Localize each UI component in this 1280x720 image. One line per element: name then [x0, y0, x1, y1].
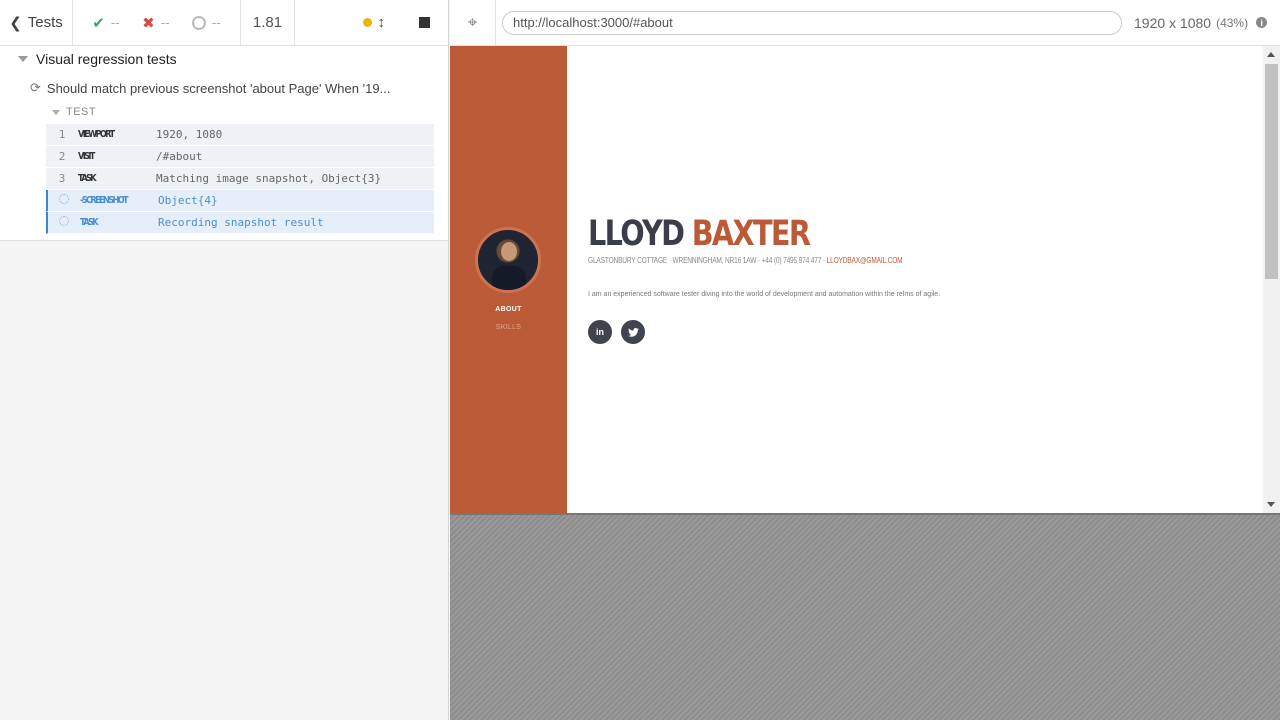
hook-label: TEST: [66, 106, 97, 118]
running-status-dot-icon: [362, 18, 372, 27]
test-stats: ✔ -- ✖ -- --: [73, 0, 241, 46]
last-name: BAXTER: [691, 214, 811, 254]
command-row[interactable]: 3 TASK Matching image snapshot, Object{3…: [46, 168, 434, 190]
tests-label: Tests: [27, 14, 63, 31]
passed-stat: ✔ --: [92, 14, 119, 32]
pending-stat: --: [192, 15, 221, 30]
about-section: LLOYD BAXTER GLASTONBURY COTTAGE · WRENN…: [588, 214, 972, 344]
command-message: 1920, 1080: [156, 128, 223, 141]
test-title-row[interactable]: ⟳ Should match previous screenshot 'abou…: [30, 80, 440, 96]
command-spinner: [48, 194, 80, 207]
viewport-empty-area: [450, 513, 1280, 720]
command-spinner: [48, 216, 80, 229]
app-preview-panel: ⌖ http://localhost:3000/#about 1920 x 10…: [450, 0, 1280, 720]
avatar-body-shape: [492, 266, 526, 290]
first-name: LLOYD: [588, 214, 685, 254]
vertical-scrollbar[interactable]: [1263, 46, 1280, 513]
pending-circle-icon: [192, 15, 207, 30]
duration: 1.81: [241, 0, 295, 46]
viewport-scale: (43%): [1216, 15, 1249, 30]
caret-down-icon: [18, 56, 28, 62]
scroll-down-arrow-icon[interactable]: [1267, 502, 1275, 507]
contact-line: GLASTONBURY COTTAGE · WRENNINGHAM, NR16 …: [588, 256, 903, 265]
profile-name: LLOYD BAXTER: [588, 214, 902, 254]
loading-spinner-icon: [59, 194, 69, 204]
site-sidebar: ABOUT SKILLS: [450, 46, 567, 513]
command-row-pending[interactable]: -SCREENSHOT Object{4}: [46, 190, 434, 212]
failed-stat: ✖ --: [142, 14, 169, 32]
command-name: VIEWPORT: [78, 129, 115, 140]
command-row-pending[interactable]: TASK Recording snapshot result: [46, 212, 434, 234]
caret-down-icon: [52, 109, 60, 115]
stop-button[interactable]: [419, 17, 430, 28]
command-message: Object{4}: [158, 194, 218, 207]
info-icon: i: [1256, 17, 1268, 28]
viewport-info[interactable]: 1920 x 1080 (43%) i: [1134, 14, 1268, 31]
auto-scroll-toggle[interactable]: ↕: [362, 14, 386, 31]
nav-link-skills[interactable]: SKILLS: [450, 324, 567, 331]
linkedin-icon[interactable]: in: [588, 320, 612, 344]
selector-playground-button[interactable]: ⌖: [450, 0, 496, 46]
url-field[interactable]: http://localhost:3000/#about: [502, 10, 1122, 35]
preview-url-bar: ⌖ http://localhost:3000/#about 1920 x 10…: [450, 0, 1280, 46]
social-links: in: [588, 320, 972, 344]
passed-count: --: [110, 15, 120, 30]
suite-title: Visual regression tests: [36, 51, 177, 67]
scrollbar-thumb[interactable]: [1265, 64, 1278, 279]
command-list: 1 VIEWPORT 1920, 1080 2 VISIT /#about 3 …: [46, 124, 434, 234]
command-name: -SCREENSHOT: [80, 195, 129, 206]
failed-count: --: [160, 15, 170, 30]
runner-controls: ↕: [295, 0, 448, 46]
email-link[interactable]: LLOYDBAX@GMAIL.COM: [827, 256, 903, 265]
twitter-bird-icon: [627, 327, 639, 337]
command-row[interactable]: 2 VISIT /#about: [46, 146, 434, 168]
runner-toolbar: ❮ Tests ✔ -- ✖ -- -- 1.81 ↕: [0, 0, 448, 46]
app-under-test-frame: ABOUT SKILLS LLOYD BAXTER GLASTONBURY CO…: [450, 46, 1280, 513]
vertical-arrows-icon: ↕: [377, 14, 386, 31]
command-number: 2: [58, 150, 66, 163]
check-icon: ✔: [92, 14, 105, 32]
command-name: TASK: [80, 217, 99, 228]
command-number: 1: [58, 128, 66, 141]
chevron-left-icon: ❮: [9, 14, 22, 32]
loading-spinner-icon: [59, 216, 69, 226]
x-icon: ✖: [142, 14, 155, 32]
command-row[interactable]: 1 VIEWPORT 1920, 1080: [46, 124, 434, 146]
twitter-icon[interactable]: [621, 320, 645, 344]
crosshair-icon: ⌖: [467, 12, 478, 32]
command-name: TASK: [78, 173, 97, 184]
command-message: Matching image snapshot, Object{3}: [156, 172, 382, 185]
suite-title-row[interactable]: Visual regression tests: [18, 51, 177, 67]
viewport-dimensions: 1920 x 1080: [1134, 14, 1212, 31]
refresh-icon: ⟳: [30, 80, 41, 95]
command-message: Recording snapshot result: [158, 216, 324, 229]
hook-test-header[interactable]: TEST: [52, 106, 96, 118]
scroll-up-arrow-icon[interactable]: [1267, 52, 1275, 57]
test-tree: Visual regression tests ⟳ Should match p…: [0, 46, 448, 241]
command-message: /#about: [156, 150, 203, 163]
profile-photo: [475, 227, 541, 293]
command-name: VISIT: [78, 151, 95, 162]
contact-address: GLASTONBURY COTTAGE · WRENNINGHAM, NR16 …: [588, 256, 825, 265]
bio-text: I am an experienced software tester divi…: [588, 291, 941, 298]
pending-count: --: [212, 15, 221, 30]
command-number: 3: [58, 172, 66, 185]
test-title: Should match previous screenshot 'about …: [46, 80, 391, 96]
command-log-panel: ❮ Tests ✔ -- ✖ -- -- 1.81 ↕ Visual regre…: [0, 0, 449, 720]
back-to-tests-button[interactable]: ❮ Tests: [0, 0, 73, 46]
nav-link-about[interactable]: ABOUT: [450, 306, 567, 313]
avatar-face-shape: [501, 242, 517, 261]
